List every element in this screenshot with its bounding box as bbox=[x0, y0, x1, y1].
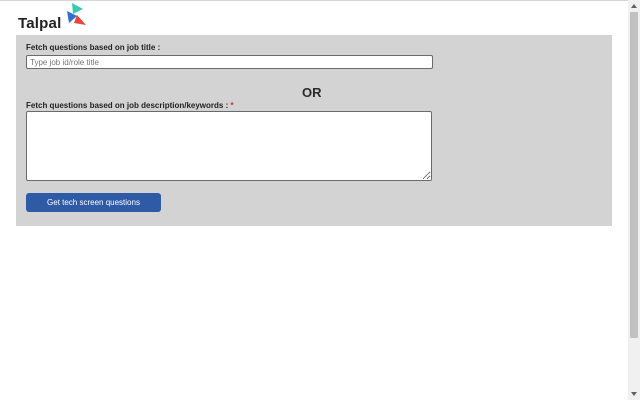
talpal-logo[interactable]: Talpal bbox=[18, 3, 98, 35]
required-asterisk: * bbox=[230, 101, 234, 110]
job-title-label: Fetch questions based on job title : bbox=[26, 43, 161, 52]
scrollbar-thumb[interactable] bbox=[630, 12, 638, 338]
question-form-panel: Fetch questions based on job title : OR … bbox=[16, 35, 612, 226]
chevron-down-icon bbox=[631, 392, 637, 396]
job-description-textarea[interactable] bbox=[26, 111, 432, 181]
logo-text: Talpal bbox=[18, 15, 62, 32]
scroll-down-button[interactable] bbox=[628, 388, 640, 400]
job-description-label-text: Fetch questions based on job description… bbox=[26, 101, 229, 110]
scroll-up-button[interactable] bbox=[628, 0, 640, 12]
or-separator: OR bbox=[302, 85, 322, 100]
get-tech-screen-questions-button[interactable]: Get tech screen questions bbox=[26, 193, 161, 212]
chevron-up-icon bbox=[631, 4, 637, 8]
triangles-logo-icon bbox=[67, 3, 86, 25]
job-title-input[interactable] bbox=[26, 55, 433, 69]
job-description-label: Fetch questions based on job description… bbox=[26, 101, 234, 110]
page-scrollbar[interactable] bbox=[628, 0, 640, 400]
browser-top-border bbox=[0, 0, 628, 1]
